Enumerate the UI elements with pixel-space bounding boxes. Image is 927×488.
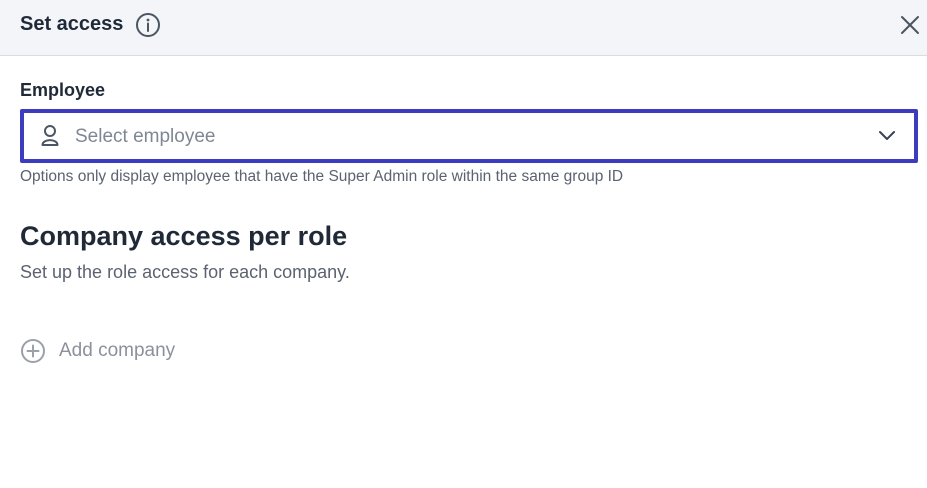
employee-select[interactable]: Select employee [20, 109, 918, 163]
company-access-title: Company access per role [20, 221, 348, 251]
company-access-subtitle: Set up the role access for each company. [20, 262, 350, 282]
plus-circle-icon [21, 339, 45, 363]
close-icon[interactable] [898, 13, 922, 37]
dialog-title: Set access [20, 13, 124, 35]
employee-label: Employee [20, 80, 106, 100]
person-icon [41, 125, 59, 146]
add-company-label: Add company [59, 340, 176, 361]
add-company-button[interactable]: Add company [20, 337, 175, 365]
info-icon[interactable] [135, 12, 161, 38]
chevron-down-icon [879, 131, 895, 140]
dialog-header: Set access [0, 0, 927, 56]
employee-help-text: Options only display employee that have … [20, 168, 624, 185]
employee-select-placeholder: Select employee [75, 126, 216, 147]
